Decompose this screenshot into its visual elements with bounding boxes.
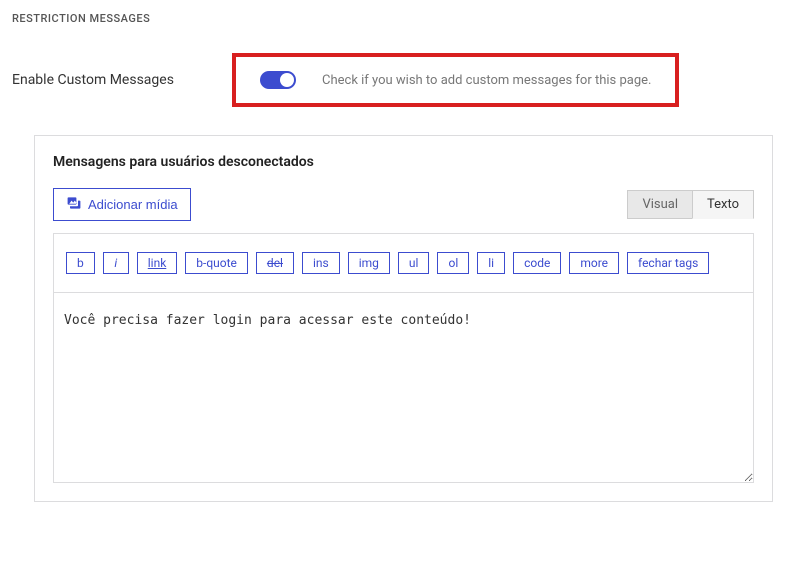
tab-text[interactable]: Texto (692, 190, 754, 219)
toolbar-wrap: b i link b-quote del ins img ul ol li co… (53, 233, 754, 483)
toolbar-del[interactable]: del (256, 252, 294, 274)
toolbar-close-tags[interactable]: fechar tags (627, 252, 709, 274)
section-title: RESTRICTION MESSAGES (12, 12, 773, 25)
toolbar-code[interactable]: code (513, 252, 561, 274)
editor-textarea[interactable] (54, 292, 753, 482)
media-icon (66, 195, 82, 214)
toolbar-bold[interactable]: b (66, 252, 95, 274)
toolbar-ul[interactable]: ul (398, 252, 430, 274)
editor-header: Adicionar mídia Visual Texto (53, 188, 754, 221)
editor-tabs: Visual Texto (627, 190, 754, 219)
enable-custom-messages-row: Enable Custom Messages Check if you wish… (12, 53, 773, 107)
toolbar-link[interactable]: link (137, 252, 178, 274)
enable-toggle[interactable] (260, 71, 296, 89)
toolbar-italic[interactable]: i (103, 252, 129, 274)
enable-toggle-description: Check if you wish to add custom messages… (322, 73, 651, 88)
highlight-box: Check if you wish to add custom messages… (232, 53, 679, 107)
enable-custom-messages-label: Enable Custom Messages (12, 72, 232, 88)
editor-panel-title: Mensagens para usuários desconectados (53, 154, 754, 170)
toolbar-ins[interactable]: ins (302, 252, 340, 274)
toolbar-more[interactable]: more (569, 252, 619, 274)
toolbar-img[interactable]: img (348, 252, 390, 274)
editor-panel: Mensagens para usuários desconectados Ad… (34, 135, 773, 502)
editor-toolbar: b i link b-quote del ins img ul ol li co… (54, 234, 753, 292)
add-media-label: Adicionar mídia (88, 197, 178, 212)
tab-visual[interactable]: Visual (627, 190, 693, 219)
toolbar-ol[interactable]: ol (437, 252, 469, 274)
toolbar-li[interactable]: li (477, 252, 505, 274)
toolbar-blockquote[interactable]: b-quote (185, 252, 248, 274)
add-media-button[interactable]: Adicionar mídia (53, 188, 191, 221)
